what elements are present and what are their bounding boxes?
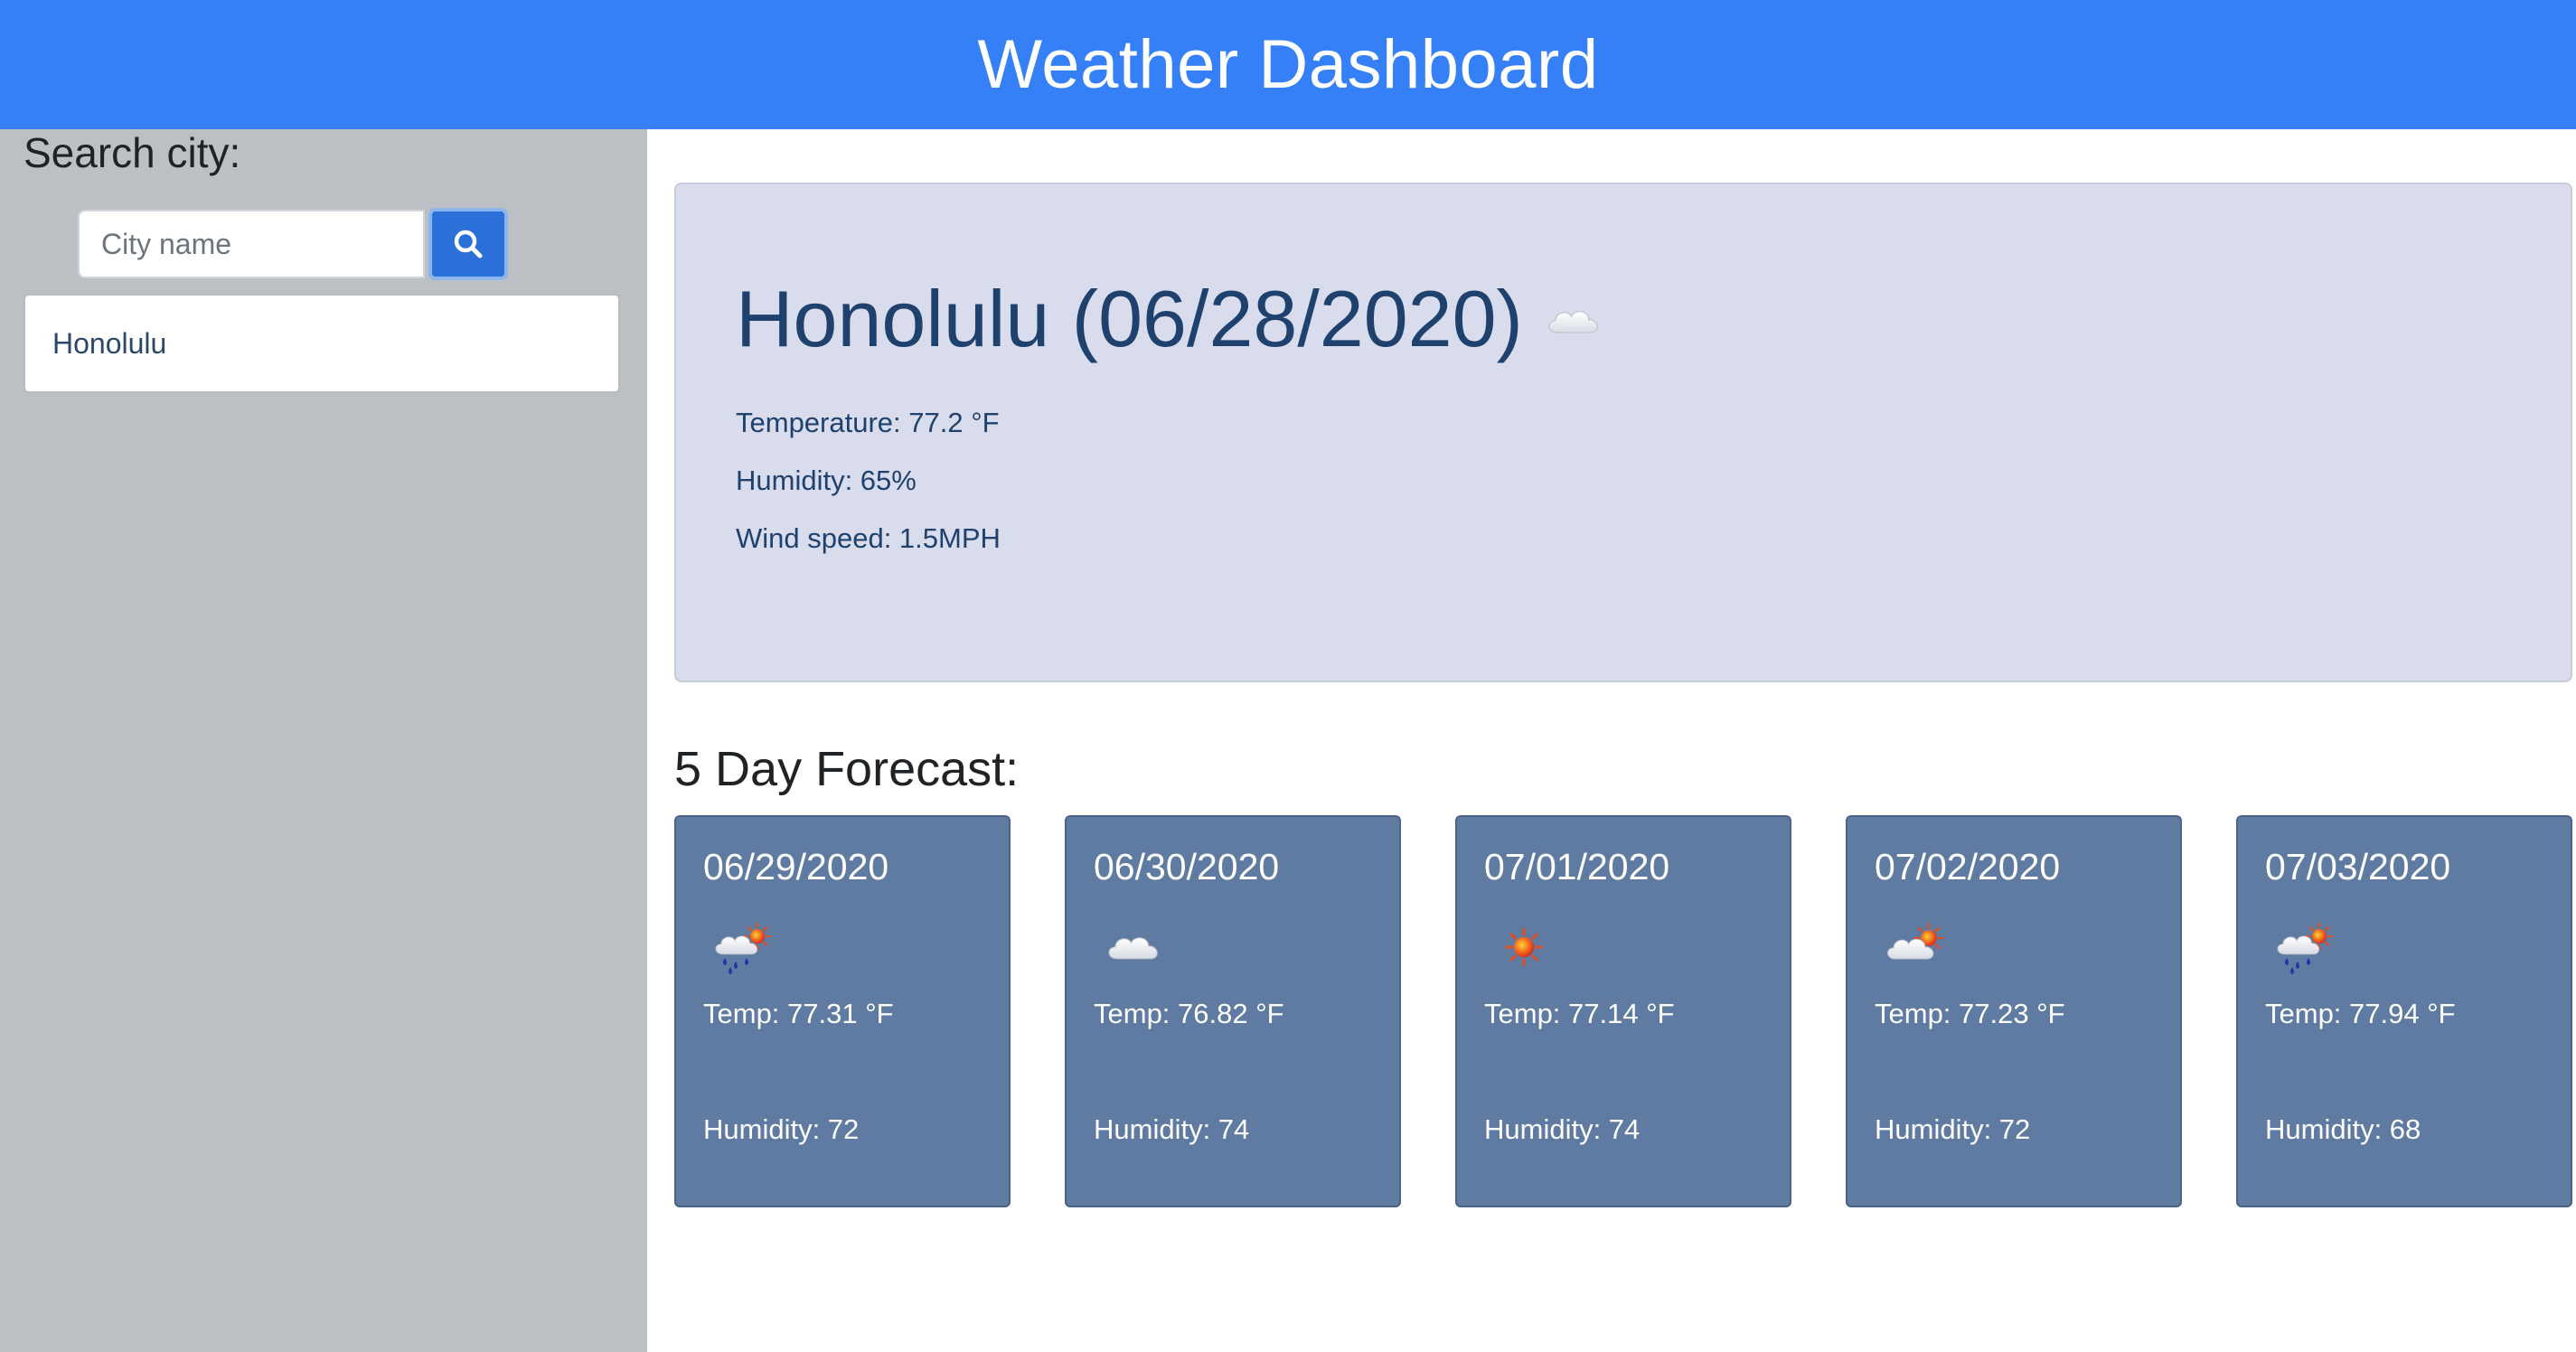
cloud-icon — [1108, 937, 1158, 960]
forecast-card: 06/30/2020 Temp: 76.82 °F Humidity: 74 — [1065, 815, 1401, 1207]
forecast-card: 07/01/2020 Temp: 77.14 °F Humidity: 74 — [1455, 815, 1791, 1207]
history-item-honolulu[interactable]: Honolulu — [24, 294, 620, 393]
forecast-humidity: Humidity: 68 — [2265, 1113, 2421, 1145]
sun-icon — [1505, 928, 1543, 966]
forecast-humidity: Humidity: 72 — [703, 1113, 860, 1145]
forecast-humidity: Humidity: 74 — [1094, 1113, 1250, 1145]
forecast-date: 06/29/2020 — [703, 846, 889, 887]
current-city-title: Honolulu (06/28/2020) — [736, 273, 1606, 365]
header-bar: Weather Dashboard — [0, 0, 2576, 129]
forecast-date: 07/02/2020 — [1875, 846, 2061, 887]
search-button[interactable] — [428, 208, 508, 280]
cloud-icon — [1543, 299, 1606, 339]
search-input[interactable] — [78, 210, 425, 278]
forecast-heading: 5 Day Forecast: — [674, 742, 1020, 796]
forecast-card: 06/29/2020 Temp: 77.31 °F Humidity: 72 — [674, 815, 1011, 1207]
forecast-temp: Temp: 77.94 °F — [2265, 998, 2456, 1029]
current-humidity: Humidity: 65% — [736, 465, 917, 496]
forecast-date: 07/01/2020 — [1484, 846, 1670, 887]
forecast-card: 07/02/2020 Temp: 77.23 °F Humidity: 72 — [1846, 815, 2182, 1207]
forecast-humidity: Humidity: 72 — [1875, 1113, 2031, 1145]
forecast-temp: Temp: 77.31 °F — [703, 998, 894, 1029]
forecast-card: 07/03/2020 Temp: 77.94 °F Humidity: 68 — [2236, 815, 2572, 1207]
forecast-temp: Temp: 76.82 °F — [1094, 998, 1284, 1029]
page-title: Weather Dashboard — [977, 26, 1599, 103]
current-temperature: Temperature: 77.2 °F — [736, 407, 1000, 438]
forecast-date: 07/03/2020 — [2265, 846, 2451, 887]
cloud-sun-icon — [1887, 923, 1944, 960]
current-city-date: Honolulu (06/28/2020) — [736, 274, 1523, 363]
current-wind-speed: Wind speed: 1.5MPH — [736, 522, 1001, 554]
forecast-temp: Temp: 77.23 °F — [1875, 998, 2065, 1029]
forecast-temp: Temp: 77.14 °F — [1484, 998, 1675, 1029]
search-icon — [454, 230, 483, 258]
search-history-list: Honolulu — [24, 294, 620, 393]
rain-sun-icon — [715, 923, 771, 974]
forecast-date: 06/30/2020 — [1094, 846, 1280, 887]
search-heading-label: Search city: — [24, 129, 241, 176]
current-weather-card: Honolulu (06/28/2020) Temperature: 77.2 … — [674, 183, 2572, 682]
forecast-humidity: Humidity: 74 — [1484, 1113, 1641, 1145]
rain-sun-icon — [2277, 923, 2333, 974]
